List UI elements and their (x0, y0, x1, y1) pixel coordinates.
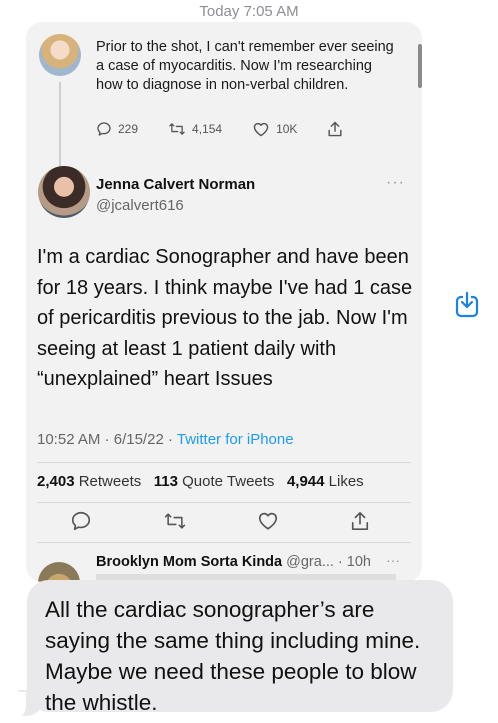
reply-tweet-text: Prior to the shot, I can't remember ever… (96, 39, 394, 93)
retweet-button[interactable] (163, 510, 187, 532)
tweet-stats: 2,403 Retweets 113 Quote Tweets 4,944 Li… (37, 473, 364, 490)
author-display-name[interactable]: Jenna Calvert Norman (96, 176, 255, 193)
retweet-count: 4,154 (192, 122, 223, 136)
more-options-icon[interactable]: ··· (386, 174, 405, 192)
heart-icon (257, 510, 279, 531)
next-reply-header: Brooklyn Mom Sorta Kinda @gra... · 10h (96, 554, 371, 570)
divider (37, 462, 411, 463)
reply-icon (96, 121, 112, 137)
share-icon (350, 510, 370, 532)
reply-tweet-actions: 229 4,154 10K (96, 120, 343, 138)
reply-icon (70, 510, 92, 532)
next-reply-avatar (38, 562, 80, 582)
retweets-stat[interactable]: 2,403 Retweets (37, 473, 141, 490)
retweet-action[interactable]: 4,154 (168, 121, 222, 137)
reply-author-avatar (39, 34, 81, 76)
meta-separator: · (104, 431, 110, 448)
scroll-indicator[interactable] (418, 44, 422, 88)
like-count: 10K (276, 122, 298, 136)
tweet-action-bar (70, 510, 370, 532)
like-button[interactable] (257, 510, 279, 532)
author-avatar[interactable] (38, 166, 90, 218)
reply-action[interactable]: 229 (96, 121, 138, 137)
heart-icon (252, 121, 270, 137)
tweet-screenshot-attachment[interactable]: Prior to the shot, I can't remember ever… (26, 22, 422, 582)
divider (37, 542, 411, 543)
save-to-files-button[interactable] (452, 290, 482, 320)
tweet-text: I'm a cardiac Sonographer and have been … (37, 246, 413, 390)
next-reply-time: 10h (346, 554, 371, 570)
retweet-icon (163, 510, 187, 532)
share-icon (327, 120, 343, 138)
quote-tweets-stat[interactable]: 113 Quote Tweets (154, 473, 275, 490)
retweet-icon (168, 121, 186, 137)
reply-count: 229 (118, 122, 139, 136)
likes-stat[interactable]: 4,944 Likes (287, 473, 364, 490)
share-action[interactable] (327, 120, 343, 138)
tweet-time: 10:52 AM (37, 431, 101, 448)
tweet-source-link[interactable]: Twitter for iPhone (177, 431, 294, 448)
meta-separator: · (167, 431, 173, 448)
author-handle[interactable]: @jcalvert616 (96, 197, 184, 214)
tweet-metadata: 10:52 AM · 6/15/22 · Twitter for iPhone (37, 431, 294, 448)
message-timestamp: Today 7:05 AM (199, 3, 299, 20)
download-to-files-icon (452, 290, 482, 320)
tweet-date: 6/15/22 (113, 431, 164, 448)
next-reply-display-name: Brooklyn Mom Sorta Kinda (96, 554, 283, 570)
reply-button[interactable] (70, 510, 92, 532)
like-action[interactable]: 10K (252, 121, 297, 137)
divider (37, 502, 411, 503)
meta-separator: · (333, 554, 347, 570)
next-reply-more-icon[interactable]: ··· (386, 552, 400, 568)
next-reply-handle: @gra... (286, 554, 334, 570)
share-button[interactable] (350, 510, 370, 532)
message-text: All the cardiac sonographer’s are saying… (45, 597, 421, 715)
messages-screen: Today 7:05 AM Prior to the shot, I can't… (0, 0, 498, 723)
